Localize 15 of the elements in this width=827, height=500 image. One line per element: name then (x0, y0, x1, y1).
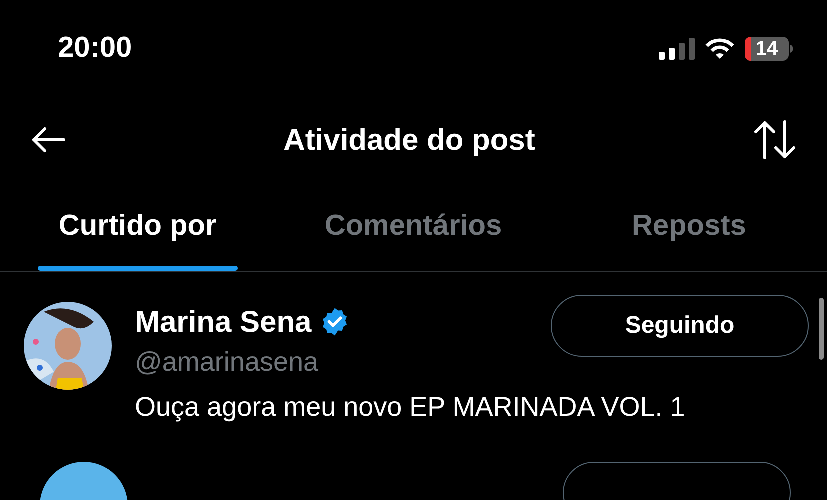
user-name: Marina Sena (135, 304, 312, 340)
battery-indicator: 14 (745, 36, 793, 60)
wifi-icon (705, 38, 735, 60)
tab[interactable]: Curtido por (0, 183, 276, 271)
scrollbar (819, 298, 824, 360)
clock-time: 20:00 (58, 30, 132, 66)
back-arrow-icon[interactable] (30, 126, 66, 154)
follow-button[interactable]: Seguindo (551, 295, 809, 357)
user-bio: Ouça agora meu novo EP MARINADA VOL. 1 (135, 391, 686, 424)
tab[interactable]: Comentários (276, 183, 552, 271)
page-title: Atividade do post (282, 122, 536, 158)
tab[interactable]: Reposts (551, 183, 827, 271)
user-handle: @amarinasena (135, 346, 320, 379)
signal-icon (659, 38, 695, 60)
sort-arrows-icon[interactable] (753, 120, 797, 160)
